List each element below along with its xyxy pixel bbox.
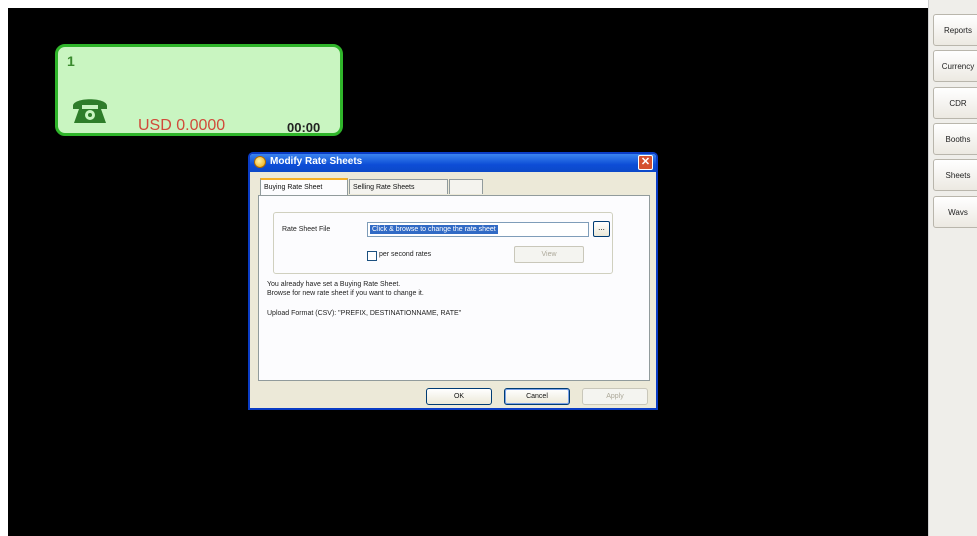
currency-button[interactable]: Currency xyxy=(933,50,977,82)
modify-rate-sheets-dialog: Modify Rate Sheets ✕ Buying Rate Sheet S… xyxy=(248,152,658,410)
rate-sheet-file-input[interactable]: Click & browse to change the rate sheet xyxy=(367,222,589,237)
upload-format-text: Upload Format (CSV): "PREFIX, DESTINATIO… xyxy=(267,310,462,317)
cdr-button[interactable]: CDR xyxy=(933,87,977,119)
booths-button[interactable]: Booths xyxy=(933,123,977,155)
reports-button[interactable]: Reports xyxy=(933,14,977,46)
info-line-1: You already have set a Buying Rate Sheet… xyxy=(267,281,401,288)
per-second-rates-label: per second rates xyxy=(379,251,432,258)
dialog-titlebar[interactable]: Modify Rate Sheets ✕ xyxy=(250,154,656,172)
wavs-button[interactable]: Wavs xyxy=(933,196,977,228)
file-input-value: Click & browse to change the rate sheet xyxy=(370,225,498,234)
info-line-2: Browse for new rate sheet if you want to… xyxy=(267,290,424,297)
close-button[interactable]: ✕ xyxy=(638,155,653,170)
apply-button[interactable]: Apply xyxy=(582,388,648,405)
booth-number: 1 xyxy=(67,53,75,69)
view-button[interactable]: View xyxy=(514,246,584,263)
tab-selling-rate-sheets[interactable]: Selling Rate Sheets xyxy=(349,179,448,194)
booth-timer: 00:00 xyxy=(287,120,321,135)
per-second-rates-checkbox[interactable] xyxy=(367,251,377,261)
booth-card[interactable]: 1 USD 0.0000 00:00 xyxy=(55,44,343,136)
rate-sheet-file-label: Rate Sheet File xyxy=(282,226,331,233)
ok-button[interactable]: OK xyxy=(426,388,492,405)
tab-extra[interactable] xyxy=(449,179,483,194)
app-icon xyxy=(254,156,266,168)
dialog-title: Modify Rate Sheets xyxy=(270,156,363,167)
booth-amount: USD 0.0000 xyxy=(138,117,226,134)
buying-rate-sheet-panel: Rate Sheet File Click & browse to change… xyxy=(258,195,650,381)
sheets-button[interactable]: Sheets xyxy=(933,159,977,191)
cancel-button[interactable]: Cancel xyxy=(504,388,570,405)
rate-sheet-group: Rate Sheet File Click & browse to change… xyxy=(273,212,613,274)
browse-button[interactable]: ... xyxy=(593,221,610,237)
info-text: You already have set a Buying Rate Sheet… xyxy=(267,280,424,298)
side-toolbar: Reports Currency CDR Booths Sheets Wavs xyxy=(928,0,977,536)
phone-icon xyxy=(73,99,107,123)
tab-buying-rate-sheet[interactable]: Buying Rate Sheet xyxy=(260,178,348,195)
